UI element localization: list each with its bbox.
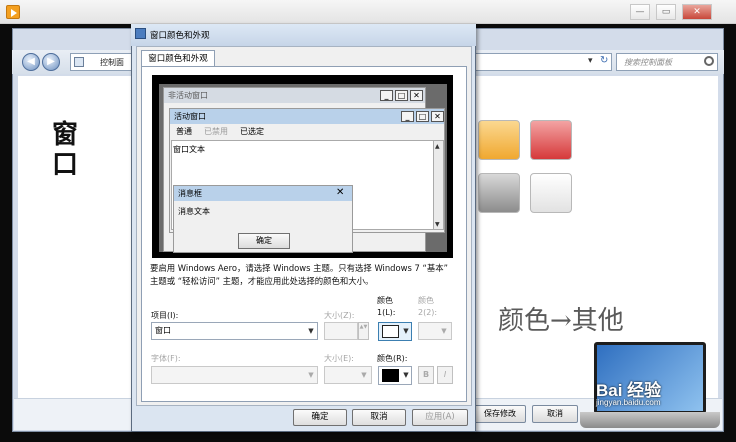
size-label: 大小(Z): xyxy=(324,311,355,320)
apply-button[interactable]: 应用(A) xyxy=(412,409,468,426)
cancel-button[interactable]: 取消 xyxy=(352,409,406,426)
color2-label-shortcut: 2(2): xyxy=(418,308,438,317)
save-changes-button[interactable]: 保存修改 xyxy=(474,405,526,423)
search-icon[interactable] xyxy=(704,56,714,66)
size-spinner-icon[interactable]: ▲▼ xyxy=(358,322,369,340)
refresh-icon[interactable]: ↻ xyxy=(600,55,608,66)
theme-color-red[interactable] xyxy=(530,120,572,160)
theme-color-white[interactable] xyxy=(530,173,572,213)
close-icon: ✕ xyxy=(431,111,444,122)
maximize-icon: □ xyxy=(416,111,429,122)
search-placeholder: 搜索控制面板 xyxy=(624,58,672,67)
color1-label-shortcut: 1(L): xyxy=(377,308,396,317)
dialog-app-icon xyxy=(135,28,146,39)
control-panel-cancel-button[interactable]: 取消 xyxy=(532,405,578,423)
size-input[interactable] xyxy=(324,322,358,340)
back-arrow-icon[interactable]: ◀ xyxy=(22,53,40,71)
menu-normal[interactable]: 普通 xyxy=(176,126,192,137)
scroll-down-icon: ▼ xyxy=(435,221,440,228)
close-icon: ✕ xyxy=(336,187,345,198)
player-title-bar xyxy=(0,0,736,24)
laptop-base xyxy=(580,412,720,428)
preview-scrollbar[interactable] xyxy=(433,140,444,230)
baidu-url: jingyan.baidu.com xyxy=(596,398,661,407)
minimize-icon: _ xyxy=(380,90,393,101)
dialog-title: 窗口颜色和外观 xyxy=(150,31,210,41)
chevron-down-icon: ▼ xyxy=(403,371,409,379)
italic-button[interactable]: I xyxy=(437,366,453,384)
forward-arrow-icon[interactable]: ▶ xyxy=(42,53,60,71)
maximize-icon: □ xyxy=(395,90,408,101)
aero-info-text: 要启用 Windows Aero，请选择 Windows 主题。只有选择 Win… xyxy=(150,263,448,286)
player-restore-button[interactable]: ▭ xyxy=(656,4,676,20)
scroll-up-icon: ▲ xyxy=(435,143,440,150)
tab-window-color-appearance[interactable]: 窗口颜色和外观 xyxy=(141,50,215,67)
item-select[interactable]: 窗口 xyxy=(151,322,318,340)
player-logo-icon xyxy=(6,5,20,19)
folder-icon xyxy=(74,57,84,67)
color2-label: 颜色 xyxy=(418,296,434,305)
chevron-down-icon: ▼ xyxy=(308,327,314,335)
font-select[interactable] xyxy=(151,366,318,384)
font-color-label: 颜色(R): xyxy=(377,354,408,363)
ok-button[interactable]: 确定 xyxy=(293,409,347,426)
menu-disabled[interactable]: 已禁用 xyxy=(204,126,228,137)
font-label: 字体(F): xyxy=(151,354,181,363)
message-box-title: 消息框 xyxy=(174,186,352,201)
theme-color-orange[interactable] xyxy=(478,120,520,160)
chevron-down-icon: ▼ xyxy=(403,327,409,335)
font-size-label: 大小(E): xyxy=(324,354,354,363)
chevron-down-icon: ▼ xyxy=(441,327,447,335)
player-minimize-button[interactable]: — xyxy=(630,4,650,20)
preview-window-text: 窗口文本 xyxy=(173,145,205,154)
bold-button[interactable]: B xyxy=(418,366,434,384)
address-text: 控制面 xyxy=(100,58,124,67)
preview-ok-button[interactable]: 确定 xyxy=(238,233,290,249)
message-box-text: 消息文本 xyxy=(178,207,210,216)
menu-selected[interactable]: 已选定 xyxy=(240,126,264,137)
address-dropdown-icon[interactable]: ▾ xyxy=(588,56,593,66)
item-label: 项目(I): xyxy=(151,311,179,320)
close-icon: ✕ xyxy=(410,90,423,101)
annotation-window-label: 窗口 xyxy=(52,120,79,180)
player-close-button[interactable]: ✕ xyxy=(682,4,712,20)
color1-swatch xyxy=(382,325,399,338)
minimize-icon: _ xyxy=(401,111,414,122)
chevron-down-icon: ▼ xyxy=(308,371,314,379)
font-color-swatch xyxy=(382,369,399,382)
color1-label: 颜色 xyxy=(377,296,393,305)
chevron-down-icon: ▼ xyxy=(361,371,367,379)
theme-color-gray[interactable] xyxy=(478,173,520,213)
